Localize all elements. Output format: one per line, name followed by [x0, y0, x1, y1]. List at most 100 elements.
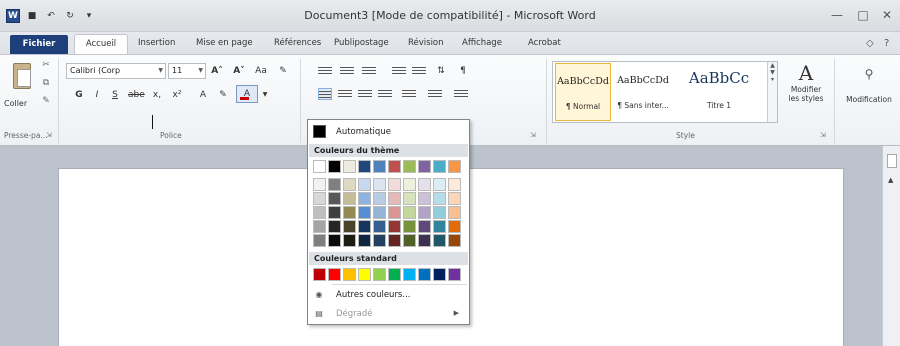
justify-icon[interactable]: [378, 88, 392, 100]
sort-icon[interactable]: ⇅: [434, 63, 448, 79]
close-button[interactable]: ✕: [876, 6, 898, 24]
theme-color-swatch[interactable]: [313, 206, 326, 219]
font-color-button[interactable]: A: [236, 85, 258, 103]
theme-color-swatch[interactable]: [388, 160, 401, 173]
theme-color-swatch[interactable]: [373, 206, 386, 219]
style-sans-interligne[interactable]: AaBbCcDd ¶ Sans inter...: [615, 63, 671, 121]
theme-color-swatch[interactable]: [373, 220, 386, 233]
theme-color-swatch[interactable]: [448, 192, 461, 205]
theme-color-swatch[interactable]: [403, 220, 416, 233]
theme-color-swatch[interactable]: [418, 206, 431, 219]
standard-color-swatch[interactable]: [403, 268, 416, 281]
theme-color-swatch[interactable]: [373, 192, 386, 205]
theme-color-swatch[interactable]: [373, 160, 386, 173]
theme-color-swatch[interactable]: [358, 234, 371, 247]
format-painter-icon[interactable]: ✎: [40, 95, 52, 107]
standard-color-swatch[interactable]: [373, 268, 386, 281]
theme-color-swatch[interactable]: [343, 206, 356, 219]
tab-revision[interactable]: Révision: [408, 38, 444, 48]
superscript-button[interactable]: x²: [170, 87, 184, 103]
standard-color-swatch[interactable]: [358, 268, 371, 281]
tab-mise-en-page[interactable]: Mise en page: [196, 38, 253, 48]
center-icon[interactable]: [338, 88, 352, 100]
tab-fichier[interactable]: Fichier: [10, 35, 68, 54]
scroll-up-icon[interactable]: ▲: [888, 176, 893, 184]
theme-color-swatch[interactable]: [418, 234, 431, 247]
theme-color-swatch[interactable]: [418, 160, 431, 173]
theme-color-swatch[interactable]: [388, 234, 401, 247]
paste-label[interactable]: Coller: [4, 99, 27, 108]
tab-accueil[interactable]: Accueil: [74, 34, 128, 55]
shrink-font-button[interactable]: A˅: [232, 63, 246, 79]
theme-color-swatch[interactable]: [433, 220, 446, 233]
theme-color-swatch[interactable]: [433, 206, 446, 219]
cut-icon[interactable]: ✂: [40, 59, 52, 71]
standard-color-swatch[interactable]: [448, 268, 461, 281]
theme-color-swatch[interactable]: [343, 234, 356, 247]
theme-color-swatch[interactable]: [448, 220, 461, 233]
tab-affichage[interactable]: Affichage: [462, 38, 502, 48]
theme-color-swatch[interactable]: [418, 220, 431, 233]
theme-color-swatch[interactable]: [313, 178, 326, 191]
grow-font-button[interactable]: A˄: [210, 63, 224, 79]
theme-color-swatch[interactable]: [343, 178, 356, 191]
theme-color-swatch[interactable]: [328, 192, 341, 205]
font-name-dropdown[interactable]: Calibri (Corp ▼: [66, 63, 166, 79]
styles-launcher-icon[interactable]: ⇲: [820, 131, 826, 139]
theme-color-swatch[interactable]: [403, 160, 416, 173]
theme-color-swatch[interactable]: [313, 192, 326, 205]
clear-format-icon[interactable]: ✎: [276, 63, 290, 79]
theme-color-swatch[interactable]: [358, 178, 371, 191]
help-icon[interactable]: ?: [884, 38, 889, 49]
strikethrough-button[interactable]: abe: [128, 87, 145, 103]
theme-color-swatch[interactable]: [403, 192, 416, 205]
paragraph-launcher-icon[interactable]: ⇲: [530, 131, 536, 139]
more-colors-item[interactable]: ◉ Autres couleurs...: [308, 287, 469, 303]
standard-color-swatch[interactable]: [433, 268, 446, 281]
borders-icon[interactable]: [454, 88, 468, 100]
gradient-item[interactable]: ▤ Dégradé ▶: [308, 306, 469, 322]
ruler-toggle-icon[interactable]: [887, 154, 897, 168]
decrease-indent-icon[interactable]: [392, 65, 406, 77]
theme-color-swatch[interactable]: [448, 178, 461, 191]
theme-color-swatch[interactable]: [313, 160, 326, 173]
tab-acrobat[interactable]: Acrobat: [528, 38, 561, 48]
underline-button[interactable]: S: [108, 87, 122, 103]
theme-color-swatch[interactable]: [433, 234, 446, 247]
paste-button[interactable]: [8, 61, 36, 97]
theme-color-swatch[interactable]: [433, 178, 446, 191]
show-formatting-icon[interactable]: ¶: [456, 63, 470, 79]
theme-color-swatch[interactable]: [343, 192, 356, 205]
tab-publipostage[interactable]: Publipostage: [334, 38, 389, 48]
minimize-button[interactable]: —: [826, 6, 848, 24]
theme-color-swatch[interactable]: [358, 192, 371, 205]
style-titre-1[interactable]: AaBbCc Titre 1: [673, 63, 765, 121]
increase-indent-icon[interactable]: [412, 65, 426, 77]
theme-color-swatch[interactable]: [403, 234, 416, 247]
standard-color-swatch[interactable]: [343, 268, 356, 281]
highlight-icon[interactable]: ✎: [216, 87, 230, 103]
text-effects-icon[interactable]: A: [196, 87, 210, 103]
theme-color-swatch[interactable]: [328, 178, 341, 191]
font-color-dropdown-icon[interactable]: ▼: [258, 87, 272, 103]
italic-button[interactable]: I: [90, 87, 104, 103]
standard-color-swatch[interactable]: [328, 268, 341, 281]
theme-color-swatch[interactable]: [388, 192, 401, 205]
modify-styles-button[interactable]: A Modifier les styles: [785, 61, 827, 127]
theme-color-swatch[interactable]: [358, 220, 371, 233]
clipboard-launcher-icon[interactable]: ⇲: [46, 131, 52, 139]
standard-color-swatch[interactable]: [313, 268, 326, 281]
change-case-button[interactable]: Aa: [254, 63, 268, 79]
bullets-icon[interactable]: [318, 65, 332, 77]
theme-color-swatch[interactable]: [358, 206, 371, 219]
theme-color-swatch[interactable]: [403, 178, 416, 191]
shading-icon[interactable]: [428, 88, 442, 100]
standard-color-swatch[interactable]: [388, 268, 401, 281]
theme-color-swatch[interactable]: [418, 192, 431, 205]
theme-color-swatch[interactable]: [433, 160, 446, 173]
style-normal[interactable]: AaBbCcDd ¶ Normal: [555, 63, 611, 121]
subscript-button[interactable]: x,: [150, 87, 164, 103]
theme-color-swatch[interactable]: [373, 234, 386, 247]
numbering-icon[interactable]: [340, 65, 354, 77]
gallery-scroll-icon[interactable]: ▲ ▼ ▾: [767, 62, 777, 122]
